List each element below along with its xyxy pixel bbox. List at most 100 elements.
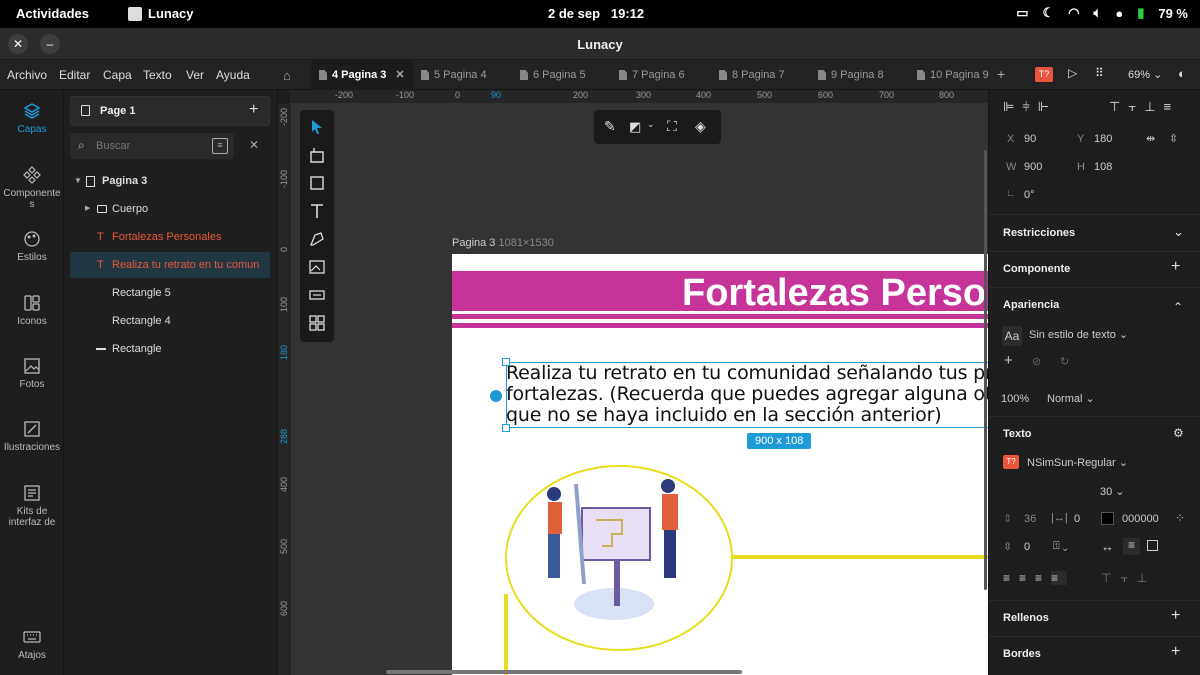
add-tab-icon[interactable]: + [997,66,1005,82]
select-tool-icon[interactable] [308,118,326,136]
component-section[interactable]: Componente [1003,263,1070,275]
collapsed-arrow-icon[interactable]: ▶ [85,196,90,222]
layer-rectangle[interactable]: Rectangle [70,336,270,362]
y-field[interactable]: 180 [1094,133,1112,145]
align-left-icon[interactable]: ⊫ [1003,99,1022,114]
artboard-tool-icon[interactable] [308,146,326,164]
align-bottom-icon[interactable]: ⊥ [1144,99,1163,114]
height-field[interactable]: 108 [1094,161,1112,173]
tab-pagina-5[interactable]: 6 Pagina 5 [520,60,586,90]
mask-icon[interactable]: ⛶ [667,118,677,135]
play-icon[interactable]: ▷ [1068,66,1077,80]
rail-estilos[interactable]: Estilos [0,230,64,263]
text-color-swatch[interactable] [1101,512,1114,525]
yellow-connector-line[interactable] [732,555,988,559]
artboard-label[interactable]: Pagina 3 1081×1530 [452,237,554,249]
rail-atajos[interactable]: Atajos [0,628,64,661]
valign-top-icon[interactable]: ⊤ [1101,571,1120,585]
image-tool-icon[interactable] [308,258,326,276]
heading-text[interactable]: Fortalezas Perso [682,272,986,315]
rail-capas[interactable]: Capas [0,102,64,135]
home-icon[interactable]: ⌂ [283,68,291,83]
tab-pagina-6[interactable]: 7 Pagina 6 [619,60,685,90]
chevron-up-icon[interactable]: ⌃ [1173,300,1183,314]
layer-pagina-3[interactable]: ▼ Pagina 3 [70,168,270,194]
edit-pencil-icon[interactable]: ✎ [604,118,616,135]
pen-tool-icon[interactable] [308,230,326,248]
align-middle-icon[interactable]: ⫟ [1128,99,1144,114]
font-family-dropdown[interactable]: NSimSun-Regular ⌄ [1027,456,1128,469]
menu-editar[interactable]: Editar [59,68,90,82]
zoom-dropdown[interactable]: 69% ⌄ [1128,68,1162,81]
borders-section[interactable]: Bordes [1003,648,1041,660]
fixed-size-icon[interactable]: ≡ [1123,538,1140,555]
text-tool-icon[interactable] [308,202,326,220]
rail-ilustraciones[interactable]: Ilustraciones [0,420,64,453]
tab-pagina-3[interactable]: 4 Pagina 3 ✕ [311,60,413,90]
justify-text-icon[interactable]: ≡ [1051,571,1068,585]
text-style-dropdown[interactable]: Sin estilo de texto ⌄ [1029,328,1128,341]
add-style-icon[interactable]: + [1004,352,1013,369]
grid-icon[interactable]: ⠿ [1095,66,1104,80]
layer-cuerpo[interactable]: ▶ Cuerpo [70,196,270,222]
filter-icon[interactable]: ≡ [212,138,228,154]
more-options-icon[interactable]: ⁘ [1175,511,1185,525]
align-top-icon[interactable]: ⊤ [1109,99,1128,114]
auto-width-icon[interactable]: ↔ [1101,539,1114,554]
blend-mode-dropdown[interactable]: Normal ⌄ [1047,392,1095,405]
rail-componentes[interactable]: Componentes [0,166,64,210]
component-create-icon[interactable]: ◈ [695,118,706,135]
font-size-dropdown[interactable]: 30 ⌄ [1100,485,1125,498]
apply-style-icon[interactable]: ⊘ [1032,355,1041,368]
align-toolbar[interactable]: ⊫⫩⊩ [1003,99,1057,115]
rail-iconos[interactable]: Iconos [0,294,64,327]
clock[interactable]: 2 de sep 19:12 [548,6,644,21]
align-text-center-icon[interactable]: ≡ [1019,571,1035,585]
add-fill-icon[interactable]: + [1171,607,1180,625]
x-field[interactable]: 90 [1024,133,1036,145]
fills-section[interactable]: Rellenos [1003,612,1049,624]
boolean-icon[interactable]: ◩ [629,119,641,135]
align-vertical-toolbar[interactable]: ⊤⫟⊥≡ [1109,99,1179,115]
artboard-pagina-3[interactable]: Fortalezas Perso Realiza tu retrato en t… [452,254,988,675]
align-right-icon[interactable]: ⊩ [1038,99,1057,114]
layer-fortalezas-personales[interactable]: T Fortalezas Personales [70,224,270,250]
chevron-down-icon[interactable]: ⌄ [647,119,655,130]
text-align-toolbar[interactable]: ≡≡≡≡ [1003,571,1068,585]
resize-handle-top-left[interactable] [502,358,510,366]
components-tool-icon[interactable] [308,314,326,332]
letter-spacing-field[interactable]: 0 [1074,513,1080,525]
horizontal-scrollbar[interactable] [386,670,742,674]
search-box[interactable]: ⌕ ≡ [70,133,234,159]
appearance-section[interactable]: Apariencia [1003,299,1059,311]
search-input[interactable] [96,137,206,155]
tab-pagina-7[interactable]: 8 Pagina 7 [719,60,785,90]
valign-bottom-icon[interactable]: ⊥ [1137,571,1156,585]
body-text[interactable]: Realiza tu retrato en tu comunidad señal… [506,363,988,426]
text-color-field[interactable]: 000000 [1122,513,1159,525]
auto-height-icon[interactable] [1147,540,1158,551]
layer-realiza-tu-retrato[interactable]: T Realiza tu retrato en tu comun [70,252,270,278]
align-center-icon[interactable]: ⫩ [1022,99,1037,114]
add-component-icon[interactable]: + [1171,258,1180,276]
refresh-style-icon[interactable]: ↻ [1060,355,1069,368]
width-field[interactable]: 900 [1024,161,1042,173]
text-settings-icon[interactable]: ⚙ [1173,426,1184,440]
resize-handle-bottom-left[interactable] [502,424,510,432]
flip-horizontal-icon[interactable]: ⇹ [1146,132,1155,145]
constraints-section[interactable]: Restricciones [1003,227,1075,239]
menu-capa[interactable]: Capa [103,68,132,82]
tab-pagina-4[interactable]: 5 Pagina 4 [421,60,487,90]
menu-ver[interactable]: Ver [186,68,204,82]
layer-rectangle-4[interactable]: Rectangle 4 [70,308,270,334]
vertical-align-toolbar[interactable]: ⊤⫟⊥ [1101,571,1156,586]
clipboard-icon[interactable]: ▭ [1016,5,1028,21]
rectangle-tool-icon[interactable] [308,174,326,192]
menu-archivo[interactable]: Archivo [7,68,47,82]
page-selector[interactable]: Page 1 + [70,96,270,126]
menu-texto[interactable]: Texto [143,68,172,82]
opacity-field[interactable]: 100% [1001,393,1029,405]
tab-pagina-9[interactable]: 10 Pagina 9 [917,60,991,90]
close-tab-icon[interactable]: ✕ [395,60,404,90]
align-text-left-icon[interactable]: ≡ [1003,571,1019,585]
